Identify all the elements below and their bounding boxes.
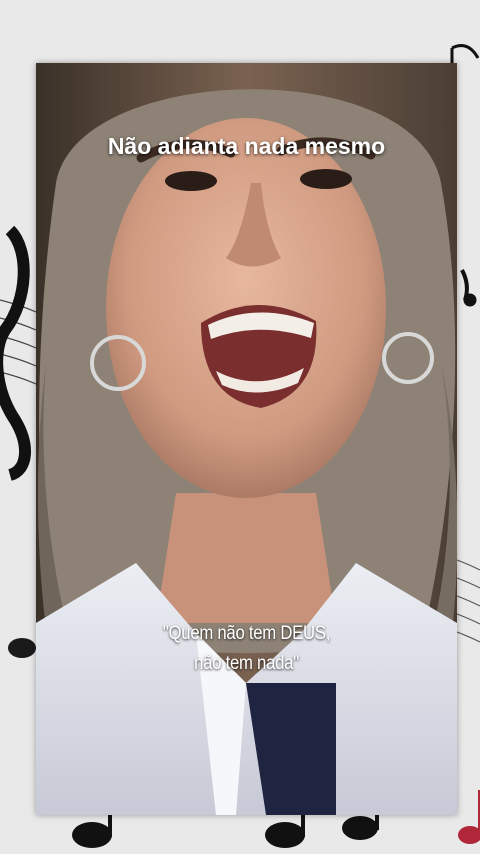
video-still [36, 63, 457, 815]
bottom-caption: "Quem não tem DEUS, não tem nada" [61, 619, 431, 679]
music-note-icon [458, 790, 480, 844]
treble-clef-icon [0, 225, 31, 481]
top-caption: Não adianta nada mesmo [107, 133, 386, 159]
bottom-caption-line1: "Quem não tem DEUS, [162, 623, 331, 644]
video-frame[interactable]: Não adianta nada mesmo "Quem não tem DEU… [36, 63, 457, 815]
music-staff-icon [456, 559, 480, 643]
music-note-icon [8, 638, 36, 658]
bottom-caption-line2: não tem nada" [194, 653, 299, 674]
